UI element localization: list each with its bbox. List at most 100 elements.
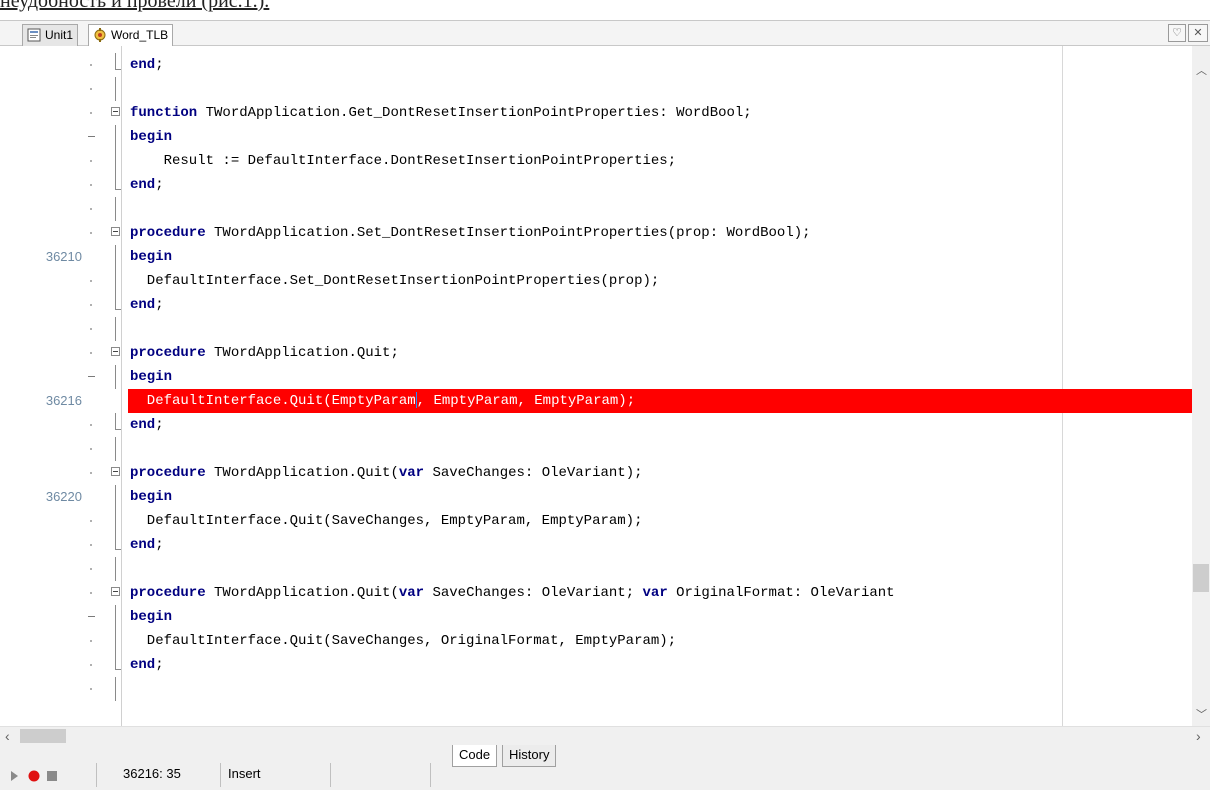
fold-guide-line bbox=[115, 413, 116, 429]
stop-macro-icon[interactable] bbox=[47, 771, 57, 781]
code-line[interactable]: Result := DefaultInterface.DontResetInse… bbox=[0, 149, 1192, 173]
tab-code[interactable]: Code bbox=[452, 745, 498, 767]
code-line[interactable]: end; bbox=[0, 293, 1192, 317]
fold-guide-line bbox=[115, 125, 116, 149]
fold-guide-line bbox=[115, 245, 116, 269]
gutter-dot-marker bbox=[90, 520, 92, 522]
play-macro-icon[interactable] bbox=[11, 771, 18, 781]
scroll-down-arrow-icon[interactable]: ﹀ bbox=[1196, 706, 1207, 722]
code-line[interactable] bbox=[0, 677, 1192, 701]
gutter-dot-marker bbox=[90, 424, 92, 426]
code-line[interactable]: end; bbox=[0, 533, 1192, 557]
gutter-dot-marker bbox=[90, 160, 92, 162]
gutter-dot-marker bbox=[90, 232, 92, 234]
code-line[interactable] bbox=[0, 557, 1192, 581]
gutter-dot-marker bbox=[90, 184, 92, 186]
record-macro-icon[interactable] bbox=[28, 770, 40, 782]
code-text: end; bbox=[130, 417, 164, 433]
fold-collapse-icon[interactable] bbox=[111, 107, 120, 116]
status-bar: 36216: 35 Insert Code History bbox=[0, 745, 1210, 790]
scroll-left-arrow-icon[interactable]: ‹ bbox=[5, 728, 10, 744]
code-line[interactable]: 36216 DefaultInterface.Quit(EmptyParam, … bbox=[46, 389, 1192, 413]
code-line[interactable]: DefaultInterface.Quit(SaveChanges, Origi… bbox=[0, 629, 1192, 653]
code-text: begin bbox=[130, 489, 173, 505]
fold-guide-line bbox=[115, 605, 116, 629]
code-line[interactable]: end; bbox=[0, 653, 1192, 677]
fold-guide-end bbox=[115, 309, 121, 310]
gutter-dot-marker bbox=[90, 352, 92, 354]
gutter-dot-marker bbox=[90, 664, 92, 666]
tab-list-button[interactable]: ♡ bbox=[1168, 24, 1186, 42]
status-separator bbox=[96, 763, 97, 787]
gutter-dot-marker bbox=[90, 208, 92, 210]
tab-word-tlb[interactable]: Word_TLB bbox=[88, 24, 174, 47]
fold-collapse-icon[interactable] bbox=[111, 347, 120, 356]
code-line[interactable] bbox=[0, 197, 1192, 221]
status-separator bbox=[430, 763, 431, 787]
fold-guide-line bbox=[115, 173, 116, 189]
scroll-right-arrow-icon[interactable]: › bbox=[1196, 728, 1201, 744]
code-line[interactable]: function TWordApplication.Get_DontResetI… bbox=[0, 101, 1192, 125]
tab-unit1[interactable]: Unit1 bbox=[22, 24, 79, 46]
code-line[interactable]: begin bbox=[0, 605, 1192, 629]
fold-guide-line bbox=[115, 53, 116, 69]
fold-guide-line bbox=[115, 677, 116, 701]
code-line[interactable]: begin bbox=[0, 365, 1192, 389]
gutter-dot-marker bbox=[90, 688, 92, 690]
code-editor[interactable]: end; function TWordApplication.Get_DontRe… bbox=[0, 46, 1192, 726]
code-line[interactable] bbox=[0, 437, 1192, 461]
gutter-dot-marker bbox=[90, 448, 92, 450]
fold-guide-end bbox=[115, 669, 121, 670]
scroll-up-arrow-icon[interactable]: ︿ bbox=[1196, 62, 1207, 78]
code-text: procedure TWordApplication.Quit(var Save… bbox=[130, 465, 643, 481]
code-line[interactable]: end; bbox=[0, 413, 1192, 437]
horizontal-scroll-thumb[interactable] bbox=[20, 729, 66, 743]
horizontal-scrollbar[interactable]: ‹ › bbox=[0, 726, 1210, 745]
fold-collapse-icon[interactable] bbox=[111, 467, 120, 476]
document-text-fragment: неудобность и провели (рис.1.). bbox=[0, 0, 270, 12]
status-separator bbox=[220, 763, 221, 787]
line-number: 36220 bbox=[45, 489, 82, 504]
fold-collapse-icon[interactable] bbox=[111, 227, 120, 236]
code-line[interactable]: procedure TWordApplication.Quit; bbox=[0, 341, 1192, 365]
fold-guide-line bbox=[115, 317, 116, 341]
code-text: procedure TWordApplication.Set_DontReset… bbox=[130, 225, 811, 241]
gutter-dot-marker bbox=[90, 64, 92, 66]
code-line[interactable]: end; bbox=[0, 173, 1192, 197]
code-text: DefaultInterface.Set_DontResetInsertionP… bbox=[130, 273, 660, 289]
code-line[interactable]: procedure TWordApplication.Quit(var Save… bbox=[0, 461, 1192, 485]
fold-guide-end bbox=[115, 429, 121, 430]
code-line[interactable]: end; bbox=[0, 53, 1192, 77]
gutter-dot-marker bbox=[90, 280, 92, 282]
typelib-icon bbox=[94, 28, 106, 42]
gutter-dot-marker bbox=[90, 328, 92, 330]
fold-guide-line bbox=[115, 269, 116, 293]
fold-guide-line bbox=[115, 629, 116, 653]
vertical-scroll-thumb[interactable] bbox=[1193, 564, 1209, 592]
gutter-dot-marker bbox=[90, 112, 92, 114]
tab-history[interactable]: History bbox=[502, 745, 557, 767]
fold-guide-line bbox=[115, 533, 116, 549]
code-line[interactable]: DefaultInterface.Set_DontResetInsertionP… bbox=[0, 269, 1192, 293]
status-separator bbox=[330, 763, 331, 787]
code-text: function TWordApplication.Get_DontResetI… bbox=[130, 105, 752, 121]
fold-guide-end bbox=[115, 189, 121, 190]
code-line[interactable] bbox=[0, 77, 1192, 101]
gutter-dot-marker bbox=[90, 544, 92, 546]
code-line[interactable]: DefaultInterface.Quit(SaveChanges, Empty… bbox=[0, 509, 1192, 533]
code-line[interactable]: procedure TWordApplication.Set_DontReset… bbox=[0, 221, 1192, 245]
tab-label: Unit1 bbox=[45, 28, 74, 42]
code-text: end; bbox=[130, 177, 164, 193]
fold-collapse-icon[interactable] bbox=[111, 587, 120, 596]
code-line[interactable]: procedure TWordApplication.Quit(var Save… bbox=[0, 581, 1192, 605]
code-line[interactable]: begin bbox=[0, 125, 1192, 149]
line-number: 36216 bbox=[45, 393, 82, 408]
close-tab-button[interactable]: ✕ bbox=[1188, 24, 1208, 42]
code-line[interactable]: 36220 begin bbox=[0, 485, 1192, 509]
vertical-scrollbar[interactable]: ︿ ﹀ bbox=[1192, 46, 1210, 726]
code-line[interactable] bbox=[0, 317, 1192, 341]
code-text: procedure TWordApplication.Quit(var Save… bbox=[130, 585, 895, 601]
code-line[interactable]: 36210 begin bbox=[0, 245, 1192, 269]
gutter-dot-marker bbox=[90, 472, 92, 474]
gutter-dot-marker bbox=[90, 568, 92, 570]
